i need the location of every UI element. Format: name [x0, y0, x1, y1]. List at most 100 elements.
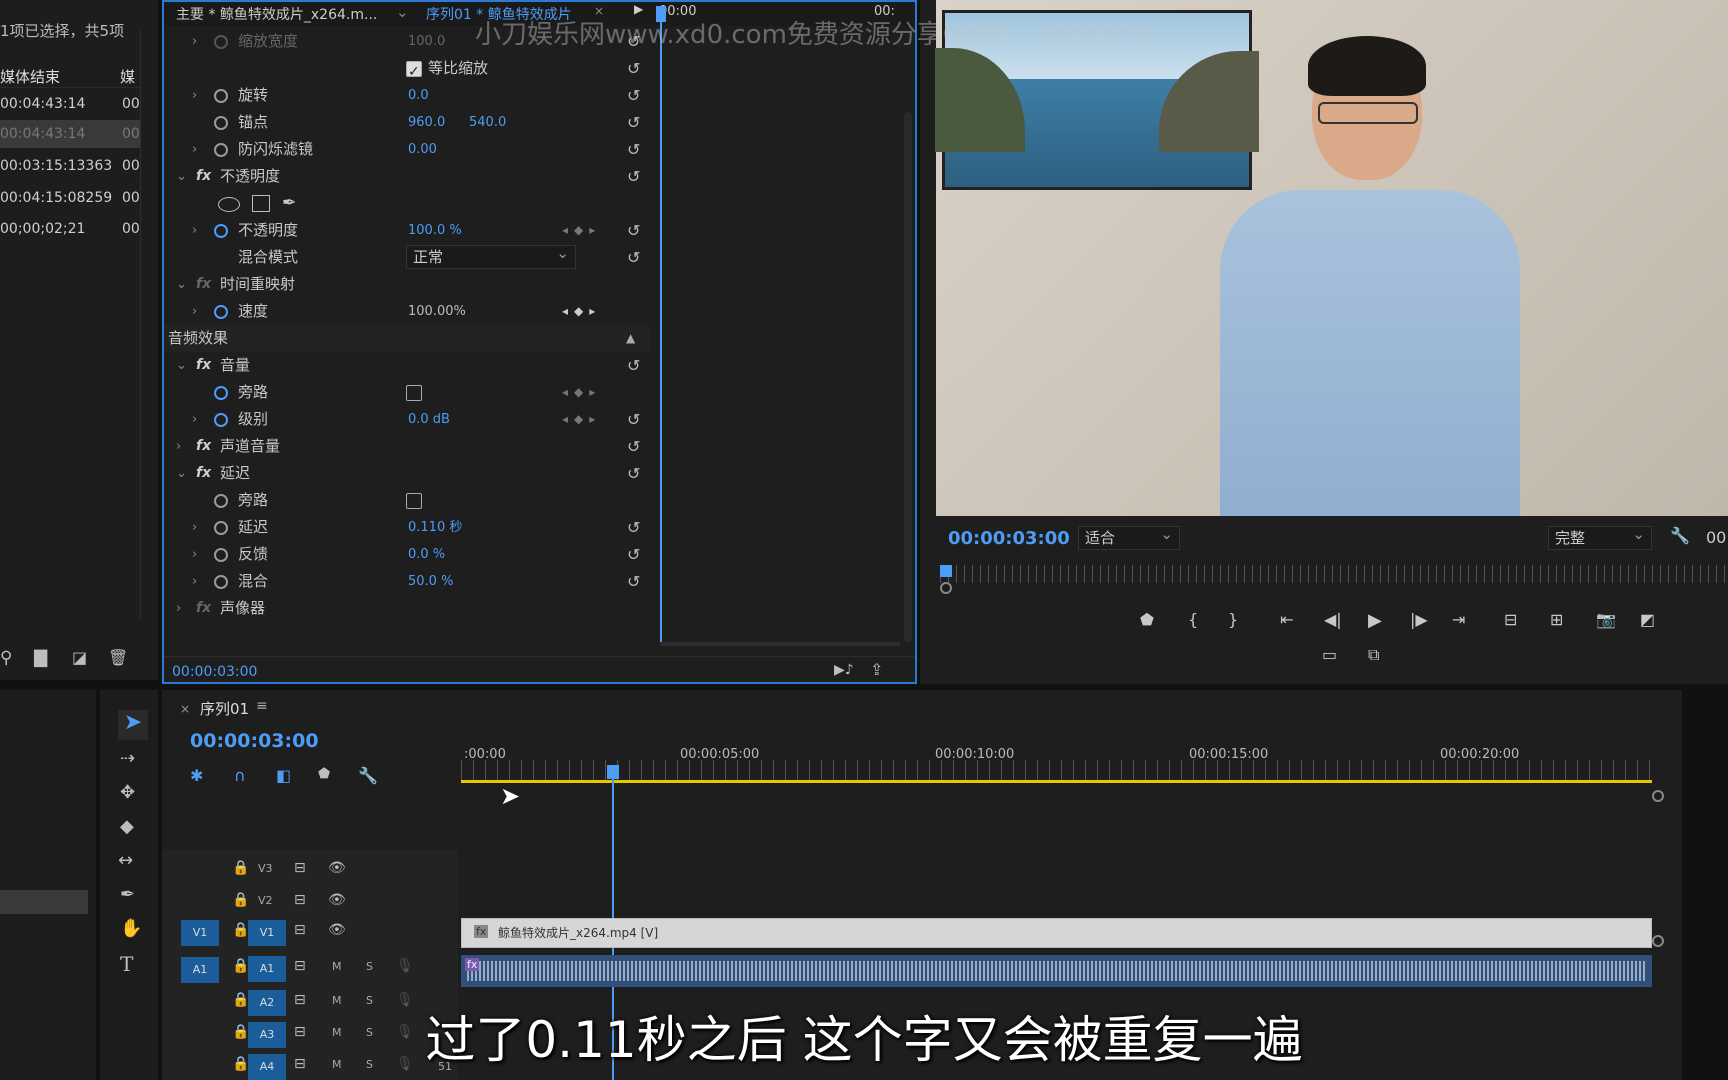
stopwatch-icon[interactable]: [214, 386, 228, 400]
ripple-edit-icon[interactable]: ✥: [120, 782, 135, 803]
stopwatch-icon[interactable]: [214, 548, 228, 562]
mic-icon[interactable]: 🎙: [396, 958, 414, 974]
compare-icon[interactable]: ◩: [1640, 610, 1655, 629]
step-back-icon[interactable]: ◀|: [1324, 610, 1342, 629]
timeline-scroll-handle[interactable]: [1652, 935, 1664, 947]
reset-icon[interactable]: ↺: [627, 352, 640, 379]
safe-margins-icon[interactable]: ▭: [1322, 645, 1337, 664]
mark-in-icon[interactable]: {: [1188, 610, 1198, 629]
camera-icon[interactable]: 📷: [1596, 610, 1616, 629]
media-header-short[interactable]: 媒: [120, 66, 135, 87]
stopwatch-icon[interactable]: [214, 224, 228, 238]
stopwatch-icon[interactable]: [214, 116, 228, 130]
keyframe-nav-icon[interactable]: ◂◆▸: [562, 379, 601, 406]
extract-icon[interactable]: ⊞: [1550, 610, 1563, 629]
project-row[interactable]: 00:04:43:14 00: [0, 90, 140, 118]
timeline-timecode[interactable]: 00:00:03:00: [190, 730, 319, 752]
stopwatch-icon[interactable]: [214, 89, 228, 103]
level-value[interactable]: 0.0 dB: [408, 406, 450, 433]
pen-mask-icon[interactable]: ✒: [282, 190, 296, 217]
keyframe-nav-icon[interactable]: ◂◆▸: [562, 298, 601, 325]
row-delay-group[interactable]: ⌄ fx 延迟 ↺: [164, 460, 654, 487]
keyframe-nav-icon[interactable]: ◂◆▸: [562, 217, 601, 244]
type-tool-icon[interactable]: T: [120, 952, 133, 976]
selection-tool-icon[interactable]: ➤: [118, 710, 148, 740]
fit-dropdown[interactable]: 适合: [1078, 523, 1180, 550]
anti-flicker-value[interactable]: 0.00: [408, 136, 437, 163]
feedback-value[interactable]: 0.0 %: [408, 541, 445, 568]
nest-icon[interactable]: ✱: [190, 766, 203, 785]
reset-icon[interactable]: ↺: [627, 541, 640, 568]
ellipse-mask-icon[interactable]: [218, 197, 240, 212]
reset-icon[interactable]: ↺: [627, 244, 640, 271]
mute-button[interactable]: M: [332, 960, 342, 973]
row-channel-volume[interactable]: › fx 声道音量 ↺: [164, 433, 654, 460]
lock-icon[interactable]: 🔒: [232, 958, 249, 974]
blend-mode-dropdown[interactable]: 正常: [406, 242, 576, 269]
stopwatch-icon[interactable]: [214, 575, 228, 589]
rotation-value[interactable]: 0.0: [408, 82, 429, 109]
bypass-checkbox[interactable]: [406, 385, 422, 401]
audio-clip[interactable]: fx: [461, 955, 1652, 987]
project-row[interactable]: 00:03:15:13363 00: [0, 152, 140, 180]
export-icon[interactable]: ⇪: [870, 660, 883, 679]
row-panner[interactable]: › fx 声像器: [164, 595, 654, 622]
go-to-in-icon[interactable]: ⇤: [1280, 610, 1293, 629]
left-panel-selected-row[interactable]: [0, 890, 88, 914]
new-bin-icon[interactable]: ▇: [34, 648, 47, 668]
stopwatch-icon[interactable]: [214, 413, 228, 427]
track-name[interactable]: V3: [258, 862, 273, 875]
reset-icon[interactable]: ↺: [627, 568, 640, 595]
ec-vertical-scrollbar[interactable]: [904, 112, 912, 642]
rectangle-mask-icon[interactable]: [252, 195, 270, 212]
sync-lock-icon[interactable]: ⊟: [294, 860, 306, 876]
mix-value[interactable]: 50.0 %: [408, 568, 453, 595]
reset-icon[interactable]: ↺: [627, 163, 640, 190]
project-row[interactable]: 00;00;02;21 00: [0, 215, 140, 243]
step-forward-icon[interactable]: |▶: [1410, 610, 1428, 629]
anchor-y-value[interactable]: 540.0: [469, 109, 506, 136]
source-patch-v1[interactable]: V1: [181, 920, 219, 946]
reset-icon[interactable]: ↺: [627, 82, 640, 109]
timeline-scroll-handle[interactable]: [1652, 790, 1664, 802]
project-row[interactable]: 00:04:15:08259 00: [0, 184, 140, 212]
speed-value[interactable]: 100.00%: [408, 298, 466, 325]
close-icon[interactable]: ×: [180, 702, 190, 716]
reset-icon[interactable]: ↺: [627, 109, 640, 136]
video-clip[interactable]: fx 鲸鱼特效成片_x264.mp4 [V]: [461, 918, 1652, 948]
ec-current-timecode[interactable]: 00:00:03:00: [172, 664, 257, 680]
project-scrollbar[interactable]: [140, 30, 141, 620]
delay-value[interactable]: 0.110 秒: [408, 514, 462, 541]
add-marker-icon[interactable]: ⬟: [1140, 610, 1154, 629]
eye-icon[interactable]: 👁: [328, 892, 346, 908]
sync-lock-icon[interactable]: ⊟: [294, 958, 306, 974]
solo-button[interactable]: S: [366, 960, 373, 973]
track-name[interactable]: V1: [248, 920, 286, 946]
menu-icon[interactable]: ≡: [256, 698, 268, 714]
pen-tool-icon[interactable]: ✒: [120, 884, 135, 905]
stopwatch-icon[interactable]: [214, 521, 228, 535]
track-name[interactable]: A1: [248, 956, 286, 982]
hand-tool-icon[interactable]: ✋: [120, 918, 142, 939]
timeline-playhead-handle[interactable]: [607, 765, 619, 779]
work-area-bar[interactable]: [461, 780, 1652, 783]
collapse-up-icon[interactable]: ▲: [626, 325, 635, 352]
opacity-value[interactable]: 100.0 %: [408, 217, 462, 244]
snap-icon[interactable]: ∩: [234, 766, 246, 785]
program-playhead[interactable]: [940, 565, 952, 577]
source-patch-a1[interactable]: A1: [181, 957, 219, 983]
row-time-remap[interactable]: ⌄ fx 时间重映射: [164, 271, 654, 298]
anchor-x-value[interactable]: 960.0: [408, 109, 445, 136]
linked-selection-icon[interactable]: ◧: [276, 766, 291, 785]
chevron-down-icon[interactable]: ⌄: [396, 3, 409, 21]
search-icon[interactable]: ⚲: [0, 648, 12, 668]
stopwatch-icon[interactable]: [214, 494, 228, 508]
lock-icon[interactable]: 🔒: [232, 892, 249, 908]
wrench-icon[interactable]: 🔧: [1670, 526, 1690, 545]
bypass-checkbox[interactable]: [406, 493, 422, 509]
project-row-selected[interactable]: 00:04:43:14 00: [0, 120, 140, 148]
overlay-icon[interactable]: ⧉: [1368, 645, 1379, 665]
play-audio-icon[interactable]: ▶♪: [834, 662, 854, 678]
media-end-header[interactable]: 媒体结束: [0, 66, 60, 87]
program-time-ruler[interactable]: [940, 565, 1728, 583]
